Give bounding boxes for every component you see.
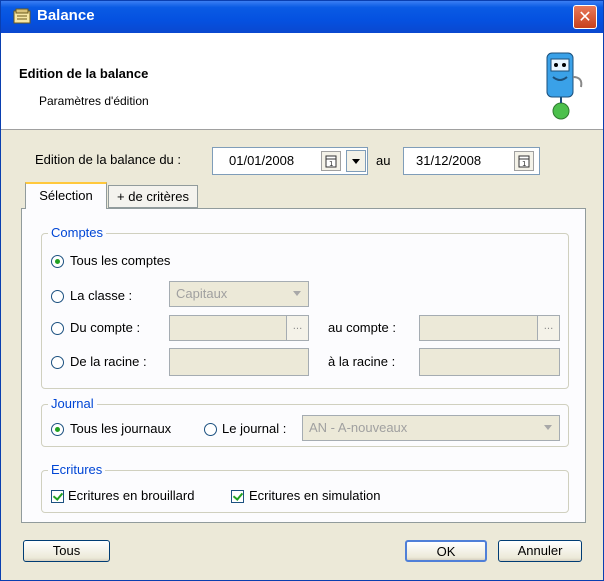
a-la-racine-label: à la racine : <box>328 354 396 369</box>
tous-button[interactable]: Tous <box>23 540 110 562</box>
chevron-down-icon <box>293 291 301 296</box>
date-to-label: au <box>376 153 391 168</box>
checkbox-ecritures-simulation-label[interactable]: Ecritures en simulation <box>249 488 381 503</box>
journal-value: AN - A-nouveaux <box>309 420 408 435</box>
date-from-calendar-button[interactable]: 1 <box>321 151 341 171</box>
radio-du-compte[interactable] <box>51 322 64 335</box>
calendar-icon: 1 <box>325 155 337 168</box>
close-icon: ✕ <box>578 7 592 26</box>
chevron-down-icon <box>544 425 552 430</box>
au-compte-browse-button[interactable]: ... <box>537 316 559 340</box>
header-subtitle: Paramètres d'édition <box>39 94 149 108</box>
date-to-calendar-button[interactable]: 1 <box>514 151 534 171</box>
date-to-value: 31/12/2008 <box>416 153 482 168</box>
chevron-down-icon <box>352 159 360 164</box>
ok-button[interactable]: OK <box>405 540 487 562</box>
group-ecritures-legend: Ecritures <box>48 462 106 477</box>
radio-le-journal[interactable] <box>204 423 217 436</box>
radio-la-classe[interactable] <box>51 290 64 303</box>
title-bar[interactable]: Balance ✕ <box>1 1 603 33</box>
balance-dialog: Balance ✕ Edition de la balance Paramètr… <box>0 0 604 581</box>
app-icon <box>13 8 31 24</box>
classe-value: Capitaux <box>176 286 228 301</box>
group-journal-legend: Journal <box>48 396 97 411</box>
svg-text:1: 1 <box>329 160 333 168</box>
dialog-header: Edition de la balance Paramètres d'éditi… <box>1 33 603 130</box>
radio-tous-les-comptes[interactable] <box>51 255 64 268</box>
radio-tous-les-comptes-label[interactable]: Tous les comptes <box>70 253 170 268</box>
calendar-icon: 1 <box>518 155 530 168</box>
date-from-value: 01/01/2008 <box>229 153 295 168</box>
date-from-dropdown-button[interactable] <box>346 150 366 172</box>
radio-tous-les-journaux-label[interactable]: Tous les journaux <box>70 421 171 436</box>
checkbox-ecritures-simulation[interactable] <box>231 490 244 503</box>
checkbox-ecritures-brouillard[interactable] <box>51 490 64 503</box>
classe-select[interactable]: Capitaux <box>169 281 309 307</box>
radio-du-compte-label[interactable]: Du compte : <box>70 320 140 335</box>
du-compte-browse-button[interactable]: ... <box>286 316 308 340</box>
radio-le-journal-label[interactable]: Le journal : <box>222 421 286 436</box>
tab-panel-selection: Comptes Tous les comptes La classe : Cap… <box>21 208 586 523</box>
radio-tous-les-journaux[interactable] <box>51 423 64 436</box>
classe-select-chevron <box>289 286 305 302</box>
radio-de-la-racine[interactable] <box>51 356 64 369</box>
group-comptes-legend: Comptes <box>48 225 107 240</box>
a-la-racine-field[interactable] <box>419 348 560 376</box>
au-compte-label: au compte : <box>328 320 396 335</box>
check-icon <box>52 490 64 501</box>
header-title: Edition de la balance <box>19 66 149 81</box>
check-icon <box>232 490 244 501</box>
radio-la-classe-label[interactable]: La classe : <box>70 288 132 303</box>
date-from-field[interactable]: 01/01/2008 <box>212 147 368 175</box>
mascot-icon <box>546 52 583 120</box>
de-la-racine-field[interactable] <box>169 348 309 376</box>
radio-de-la-racine-label[interactable]: De la racine : <box>70 354 147 369</box>
svg-text:1: 1 <box>522 160 526 168</box>
tab-plus-criteres[interactable]: + de critères <box>108 185 198 208</box>
journal-select[interactable]: AN - A-nouveaux <box>302 415 560 441</box>
close-button[interactable]: ✕ <box>573 5 597 29</box>
tab-selection[interactable]: Sélection <box>25 182 107 209</box>
annuler-button[interactable]: Annuler <box>498 540 582 562</box>
window-title: Balance <box>37 7 95 24</box>
journal-select-chevron <box>540 420 556 436</box>
date-from-label: Edition de la balance du : <box>35 152 181 167</box>
checkbox-ecritures-brouillard-label[interactable]: Ecritures en brouillard <box>68 488 194 503</box>
